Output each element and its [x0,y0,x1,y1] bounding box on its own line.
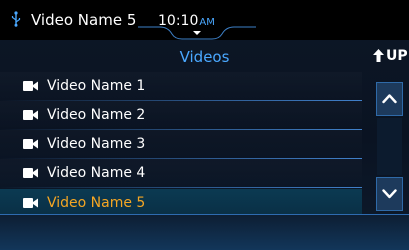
now-playing-title: Video Name 5 [31,11,137,29]
page-title: Videos [179,48,230,66]
up-arrow-icon [373,49,384,62]
list-item[interactable]: Video Name 4 [0,159,362,188]
list-item[interactable]: Video Name 3 [0,130,362,159]
list-item[interactable]: Video Name 2 [0,101,362,130]
list-item-label: Video Name 2 [47,107,146,123]
video-camera-icon [23,139,38,149]
video-camera-icon [23,198,38,208]
scrollbar-track[interactable] [377,118,402,175]
list-divider [0,187,362,188]
status-bar: Video Name 5 10:10AM [0,0,409,40]
list-item-label: Video Name 3 [47,136,146,152]
video-camera-icon [23,81,38,91]
video-camera-icon [23,168,38,178]
list-item-label: Video Name 4 [47,165,146,181]
list-item[interactable]: Video Name 1 [0,72,362,101]
scroll-down-button[interactable] [376,177,403,211]
list-item-label: Video Name 1 [47,78,146,94]
usb-icon [11,11,21,27]
list-item-label: Video Name 5 [47,195,146,211]
scroll-up-button[interactable] [376,82,403,116]
video-browser-screen: Video Name 5 10:10AM Videos UP Video Nam… [0,0,409,250]
bottom-bar [0,215,409,250]
clock-tab-decoration [138,26,256,40]
up-button[interactable]: UP [373,45,409,69]
up-button-label: UP [386,48,408,64]
chevron-up-icon [382,94,397,104]
chevron-down-icon [382,189,397,199]
video-camera-icon [23,110,38,120]
